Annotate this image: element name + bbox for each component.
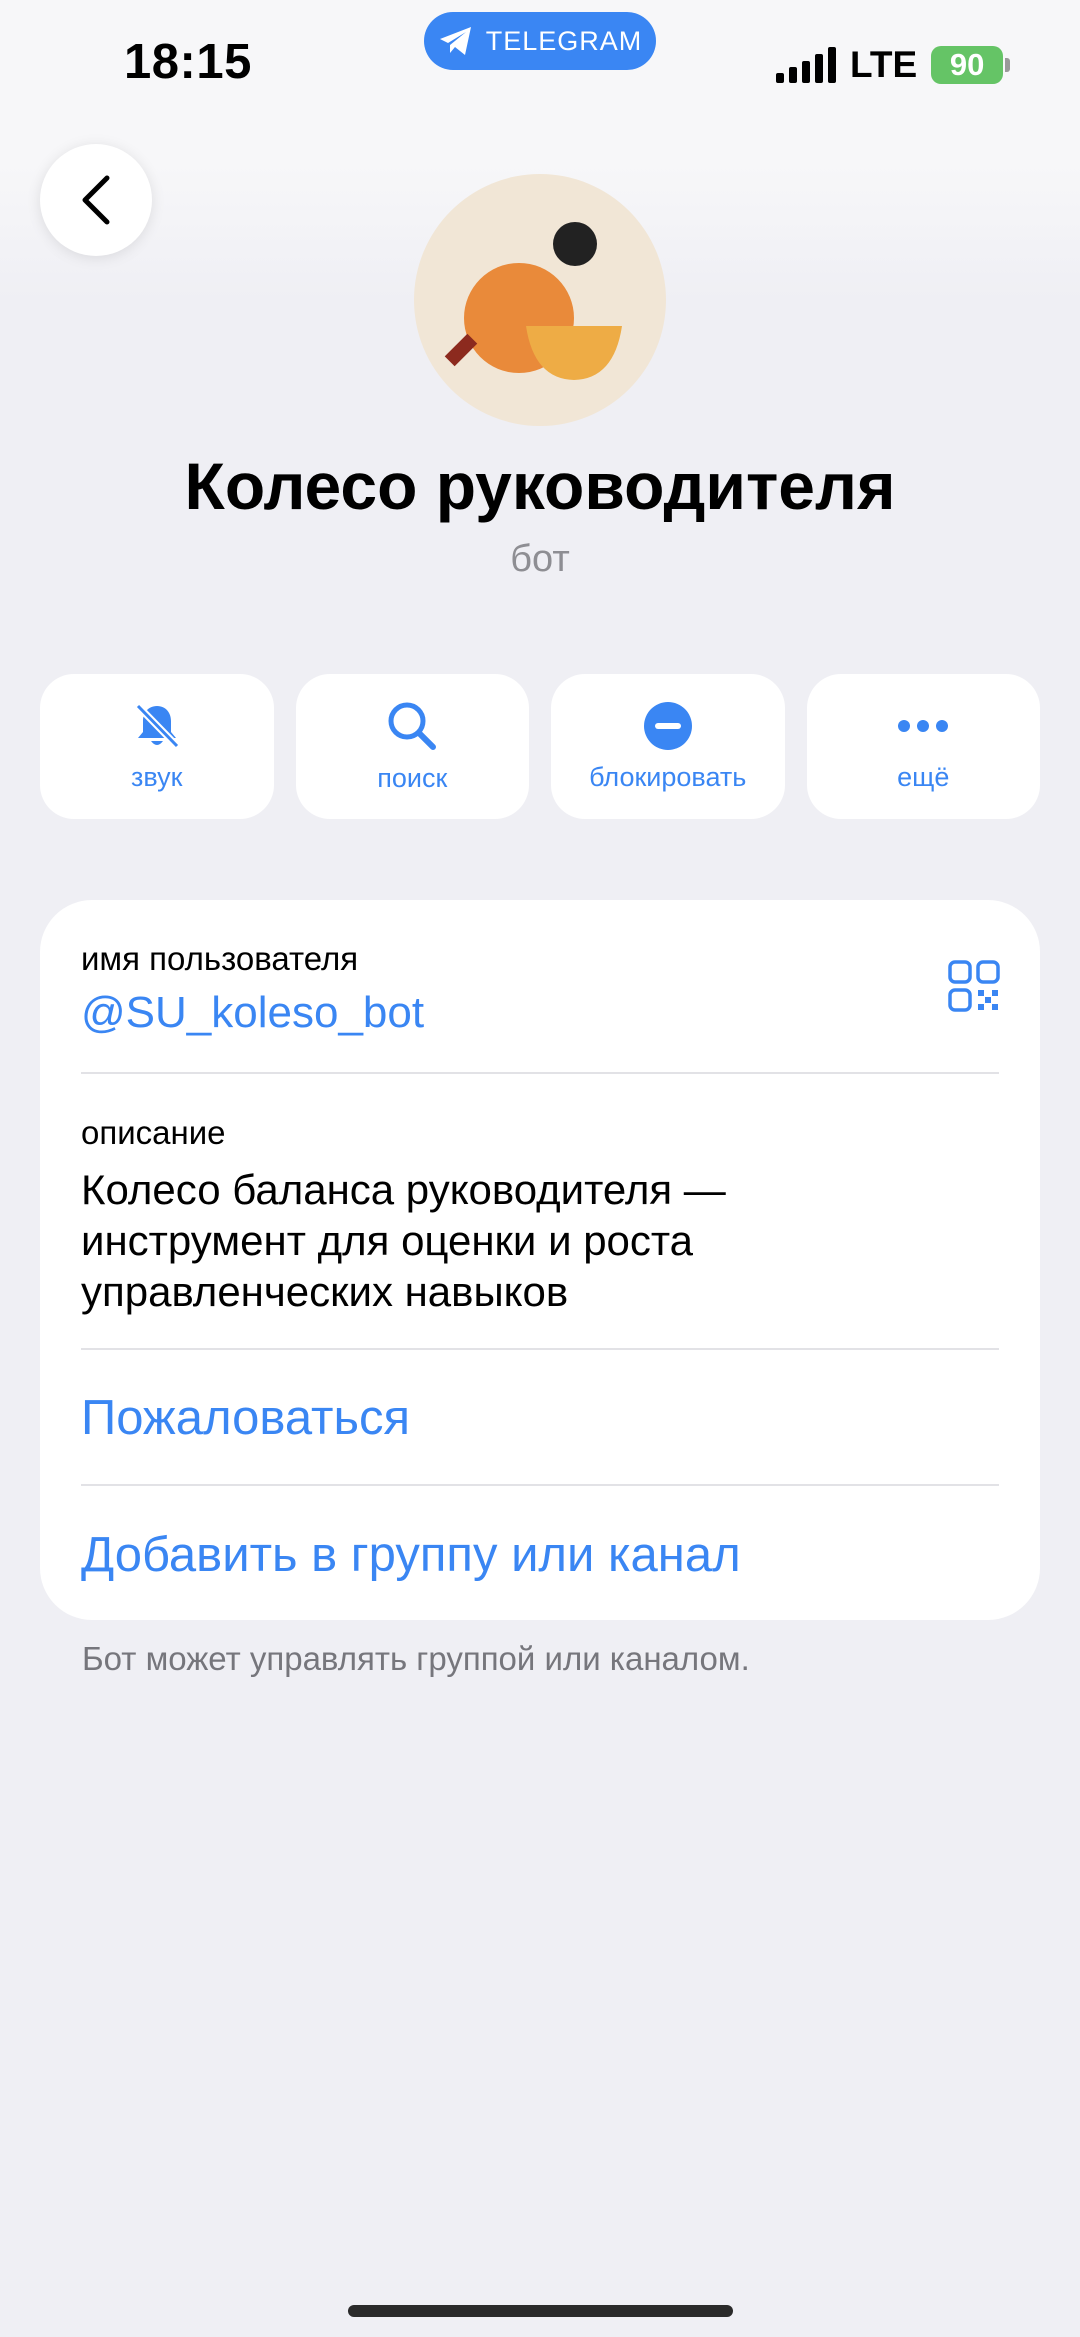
- home-indicator[interactable]: [348, 2305, 733, 2317]
- telegram-plane-icon: [439, 27, 471, 55]
- telegram-return-pill[interactable]: TELEGRAM: [424, 12, 656, 70]
- mute-button[interactable]: звук: [40, 674, 274, 819]
- username-label: имя пользователя: [81, 940, 359, 977]
- description-line: управленческих навыков: [81, 1268, 569, 1315]
- status-indicators: LTE 90: [776, 42, 1011, 88]
- status-time: 18:15: [124, 35, 252, 89]
- divider: [81, 1072, 999, 1074]
- divider: [81, 1348, 999, 1350]
- info-card: имя пользователя @SU_koleso_bot описание…: [40, 900, 1040, 1620]
- qr-code-button[interactable]: [948, 960, 1000, 1017]
- add-to-group-button[interactable]: Добавить в группу или канал: [81, 1527, 999, 1583]
- username-row[interactable]: имя пользователя @SU_koleso_bot: [81, 940, 999, 1038]
- description-text: Колесо баланса руководителя — инструмент…: [81, 1164, 999, 1317]
- chevron-left-icon: [82, 175, 110, 225]
- more-icon: [898, 720, 949, 732]
- bot-avatar: [414, 174, 666, 426]
- description-line: Колесо баланса руководителя —: [81, 1166, 726, 1213]
- profile-name: Колесо руководителя: [184, 449, 896, 523]
- footnote: Бот может управлять группой или каналом.: [82, 1640, 750, 1677]
- avatar-illustration: [444, 222, 622, 380]
- action-bar: звук поиск блокировать ещё: [40, 674, 1040, 819]
- block-button[interactable]: блокировать: [551, 674, 785, 819]
- back-button[interactable]: [40, 144, 152, 256]
- more-label: ещё: [897, 762, 950, 792]
- search-button[interactable]: поиск: [295, 674, 529, 819]
- battery-level: 90: [949, 47, 985, 82]
- username-value[interactable]: @SU_koleso_bot: [81, 988, 999, 1038]
- search-icon: [388, 702, 437, 750]
- telegram-pill-label: TELEGRAM: [485, 25, 643, 56]
- qr-code-icon: [948, 960, 1000, 1012]
- battery-icon: 90: [931, 46, 1004, 84]
- description-line: инструмент для оценки и роста: [81, 1217, 694, 1264]
- block-label: блокировать: [589, 762, 747, 792]
- signal-strength-icon: [776, 47, 836, 83]
- block-icon: [643, 702, 692, 750]
- bell-muted-icon: [135, 703, 180, 749]
- profile-type: бот: [510, 538, 570, 580]
- report-button[interactable]: Пожаловаться: [81, 1390, 999, 1446]
- search-label: поиск: [377, 763, 448, 793]
- description-row: описание Колесо баланса руководителя — и…: [81, 1114, 999, 1317]
- network-type: LTE: [850, 44, 918, 85]
- mute-label: звук: [131, 762, 183, 792]
- divider: [81, 1484, 999, 1486]
- description-label: описание: [81, 1114, 226, 1151]
- more-button[interactable]: ещё: [806, 674, 1040, 819]
- battery-tip: [1005, 58, 1011, 72]
